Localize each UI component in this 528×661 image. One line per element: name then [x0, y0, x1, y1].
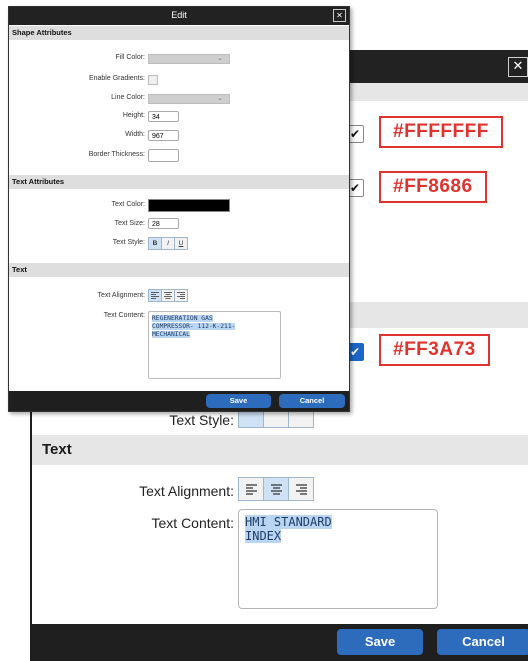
text-alignment-buttons[interactable] [148, 289, 188, 302]
text-section-title: Text [12, 265, 27, 274]
text-attributes-title: Text Attributes [12, 177, 65, 186]
hex-annotation-blue: #FF3A73 [379, 334, 490, 366]
text-content-textarea[interactable]: REGENERATION GAS COMPRESSOR- 112-K-211- … [148, 311, 281, 379]
text-style-label: Text Style: [112, 239, 145, 246]
bold-button[interactable]: B [149, 238, 162, 249]
text-content-line: MECHANICAL [152, 331, 190, 338]
fill-color-select[interactable]: ⌄ [148, 54, 230, 64]
text-color-swatch[interactable] [148, 199, 230, 212]
text-size-label: Text Size: [114, 220, 145, 227]
border-thickness-input[interactable] [148, 149, 179, 162]
chevron-down-icon: ⌄ [217, 54, 223, 62]
text-color-label: Text Color: [111, 201, 145, 208]
text-section-header: Text [32, 435, 528, 465]
hex-annotation-fill: #FFFFFFF [379, 116, 503, 148]
text-alignment-buttons[interactable] [238, 477, 314, 501]
text-content-textarea[interactable]: HMI STANDARD INDEX [238, 509, 438, 609]
text-content-line: HMI STANDARD [245, 515, 332, 529]
close-icon[interactable]: ✕ [333, 9, 346, 22]
text-content-label: Text Content: [103, 312, 145, 319]
align-right-icon[interactable] [175, 290, 187, 301]
align-center-icon[interactable] [162, 290, 175, 301]
dialog-title: Edit [171, 10, 187, 20]
height-label: Height: [122, 112, 145, 119]
hex-annotation-text: #FF8686 [379, 171, 487, 203]
edit-dialog-titlebar: Edit ✕ [9, 7, 349, 25]
align-left-icon[interactable] [239, 478, 264, 500]
background-dialog-footer: Save Cancel [32, 624, 528, 659]
enable-gradients-label: Enable Gradients: [88, 75, 145, 82]
text-alignment-label: Text Alignment: [139, 483, 234, 499]
border-thickness-label: Border Thickness: [88, 151, 145, 158]
close-icon[interactable]: ✕ [508, 57, 528, 77]
enable-gradients-checkbox[interactable] [148, 75, 158, 85]
text-content-line: INDEX [245, 529, 282, 543]
height-input[interactable]: 34 [148, 111, 179, 122]
italic-button[interactable]: I [162, 238, 175, 249]
cancel-button[interactable]: Cancel [437, 629, 528, 655]
save-button[interactable]: Save [337, 629, 423, 655]
align-center-icon[interactable] [264, 478, 289, 500]
text-section-title: Text [42, 441, 72, 458]
text-section-header: Text [9, 263, 349, 277]
text-content-line: REGENERATION GAS [152, 315, 213, 322]
text-style-label: Text Style: [169, 412, 234, 428]
edit-dialog: Edit ✕ Shape Attributes Fill Color: ⌄ En… [8, 6, 350, 412]
width-label: Width: [125, 131, 145, 138]
text-alignment-label: Text Alignment: [97, 292, 145, 299]
align-right-icon[interactable] [289, 478, 313, 500]
line-color-label: Line Color: [111, 94, 145, 101]
text-attributes-header: Text Attributes [9, 175, 349, 189]
align-left-icon[interactable] [149, 290, 162, 301]
cancel-button[interactable]: Cancel [279, 394, 345, 408]
text-size-input[interactable]: 28 [148, 218, 179, 229]
line-color-select[interactable]: ⌄ [148, 94, 230, 104]
shape-attributes-header: Shape Attributes [9, 26, 349, 40]
chevron-down-icon: ⌄ [217, 94, 223, 102]
shape-attributes-title: Shape Attributes [12, 28, 72, 37]
edit-dialog-footer: Save Cancel [9, 391, 349, 411]
fill-color-label: Fill Color: [115, 54, 145, 61]
text-content-line: COMPRESSOR- 112-K-211- [152, 323, 236, 330]
save-button[interactable]: Save [206, 394, 271, 408]
width-input[interactable]: 967 [148, 130, 179, 141]
text-style-buttons[interactable]: B I U [148, 237, 188, 250]
text-content-label: Text Content: [151, 515, 235, 531]
underline-button[interactable]: U [175, 238, 187, 249]
